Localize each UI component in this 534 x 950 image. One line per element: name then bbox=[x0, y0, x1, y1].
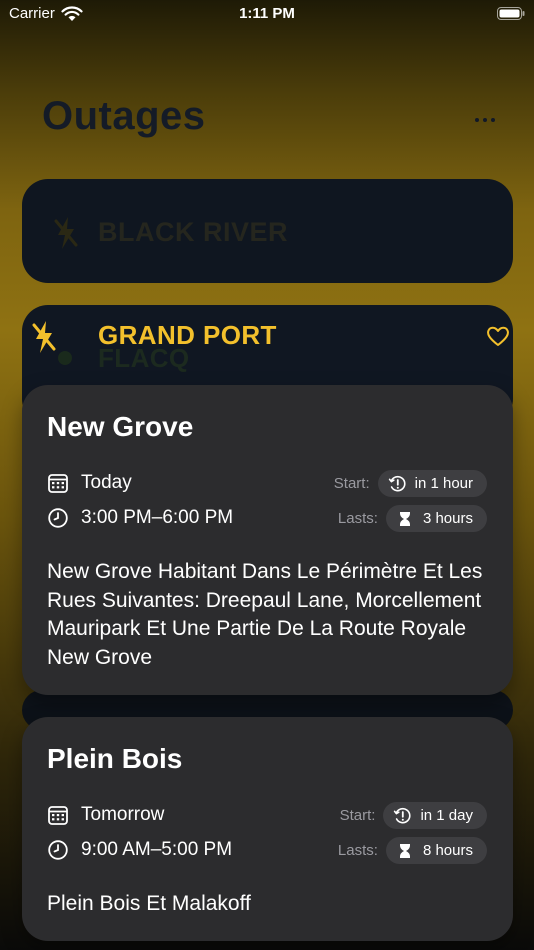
more-button[interactable] bbox=[470, 110, 500, 130]
hourglass-icon bbox=[399, 843, 410, 858]
status-bar: Carrier 1:11 PM bbox=[0, 0, 534, 30]
more-icon-dot bbox=[491, 118, 495, 122]
bolt-slash-icon bbox=[54, 217, 78, 249]
time-row: 3:00 PM–6:00 PM bbox=[47, 507, 233, 529]
lasts-value: 8 hours bbox=[422, 842, 473, 859]
region-card-black-river[interactable]: BLACK RIVER bbox=[22, 179, 513, 283]
lasts-meta: Lasts: 8 hours bbox=[338, 837, 487, 864]
outage-time-range: 9:00 AM–5:00 PM bbox=[81, 839, 233, 860]
outage-location: New Grove bbox=[47, 411, 194, 442]
heart-icon[interactable] bbox=[485, 323, 511, 349]
hourglass-icon bbox=[399, 511, 410, 526]
outage-time-range: 3:00 PM–6:00 PM bbox=[81, 507, 234, 528]
calendar-icon bbox=[48, 474, 68, 493]
start-meta: Start: in 1 hour bbox=[334, 470, 487, 497]
bolt-slash-icon bbox=[32, 321, 56, 353]
clock-icon bbox=[48, 840, 68, 860]
calendar-icon bbox=[48, 806, 68, 825]
lasts-meta: Lasts: 3 hours bbox=[338, 505, 487, 532]
region-name: BLACK RIVER bbox=[98, 217, 289, 247]
date-row: Today bbox=[47, 472, 132, 494]
start-label: Start: bbox=[339, 807, 376, 824]
clock-icon bbox=[48, 508, 68, 528]
lasts-value: 3 hours bbox=[422, 510, 473, 527]
lasts-label: Lasts: bbox=[337, 842, 378, 859]
more-icon-dot bbox=[483, 118, 487, 122]
clock-alert-icon bbox=[394, 807, 412, 823]
lasts-pill: 3 hours bbox=[385, 505, 487, 532]
time-row: 9:00 AM–5:00 PM bbox=[47, 839, 232, 861]
outage-date: Today bbox=[81, 472, 132, 493]
outage-card[interactable]: New Grove Today 3:00 PM–6:00 PM Start: i… bbox=[22, 385, 513, 695]
status-dot bbox=[58, 351, 72, 365]
date-row: Tomorrow bbox=[47, 804, 164, 826]
outage-date: Tomorrow bbox=[81, 804, 165, 825]
outage-description: New Grove Habitant Dans Le Périmètre Et … bbox=[47, 560, 483, 669]
lasts-label: Lasts: bbox=[337, 510, 378, 527]
clock-time: 1:11 PM bbox=[239, 5, 295, 22]
start-pill: in 1 hour bbox=[377, 470, 487, 497]
start-label: Start: bbox=[333, 475, 370, 492]
page-title: Outages bbox=[42, 94, 206, 138]
start-value: in 1 day bbox=[420, 807, 473, 824]
region-name-grand-port: GRAND PORT bbox=[98, 320, 277, 350]
start-value: in 1 hour bbox=[414, 475, 473, 492]
outage-card[interactable]: Plein Bois Tomorrow 9:00 AM–5:00 PM Star… bbox=[22, 717, 513, 941]
start-meta: Start: in 1 day bbox=[340, 802, 487, 829]
lasts-pill: 8 hours bbox=[385, 837, 487, 864]
start-pill: in 1 day bbox=[383, 802, 487, 829]
outage-location: Plein Bois bbox=[47, 743, 183, 774]
clock-alert-icon bbox=[388, 475, 406, 491]
battery-icon bbox=[497, 7, 525, 20]
more-icon-dot bbox=[475, 118, 479, 122]
outage-description: Plein Bois Et Malakoff bbox=[47, 892, 251, 915]
